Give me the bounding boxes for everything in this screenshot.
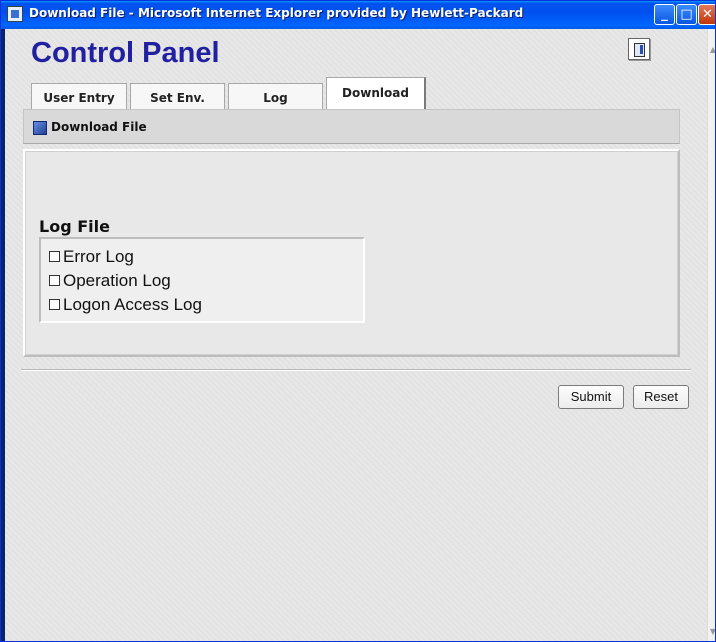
logout-door-icon[interactable] bbox=[628, 38, 650, 60]
tab-download[interactable]: Download bbox=[326, 77, 426, 110]
logon-access-log-label: Logon Access Log bbox=[63, 295, 202, 314]
scroll-down-icon[interactable]: ▼ bbox=[709, 627, 715, 637]
tab-set-env[interactable]: Set Env. bbox=[130, 83, 225, 109]
tab-log[interactable]: Log bbox=[228, 83, 323, 109]
error-log-label: Error Log bbox=[63, 247, 134, 266]
operation-log-label: Operation Log bbox=[63, 271, 171, 290]
maximize-button[interactable]: □ bbox=[676, 4, 697, 25]
tab-user-entry[interactable]: User Entry bbox=[31, 83, 127, 109]
section-header-label: Download File bbox=[51, 120, 147, 134]
close-button[interactable]: ✕ bbox=[698, 4, 715, 25]
minimize-button[interactable]: _ bbox=[654, 4, 675, 25]
checkbox-icon[interactable] bbox=[49, 275, 60, 287]
divider bbox=[21, 369, 691, 371]
log-file-options: Error Log Operation Log Logon Access Log bbox=[39, 237, 365, 323]
browser-window: Download File - Microsoft Internet Explo… bbox=[0, 0, 716, 642]
ie-page-icon bbox=[7, 6, 23, 22]
section-bullet-icon bbox=[33, 121, 47, 135]
reset-button[interactable]: Reset bbox=[633, 385, 689, 409]
checkbox-icon[interactable] bbox=[49, 251, 60, 263]
log-file-heading: Log File bbox=[39, 217, 110, 236]
checkbox-icon[interactable] bbox=[49, 299, 60, 311]
operation-log-checkbox[interactable]: Operation Log bbox=[49, 271, 171, 291]
submit-button[interactable]: Submit bbox=[558, 385, 624, 409]
section-header: Download File bbox=[23, 109, 680, 144]
vertical-scrollbar[interactable]: ▲ ▼ bbox=[707, 29, 715, 641]
scroll-up-icon[interactable]: ▲ bbox=[709, 45, 715, 55]
logon-access-log-checkbox[interactable]: Logon Access Log bbox=[49, 295, 202, 315]
window-titlebar[interactable]: Download File - Microsoft Internet Explo… bbox=[1, 1, 715, 29]
window-title: Download File - Microsoft Internet Explo… bbox=[29, 6, 524, 20]
page-title: Control Panel bbox=[31, 37, 220, 69]
error-log-checkbox[interactable]: Error Log bbox=[49, 247, 134, 267]
